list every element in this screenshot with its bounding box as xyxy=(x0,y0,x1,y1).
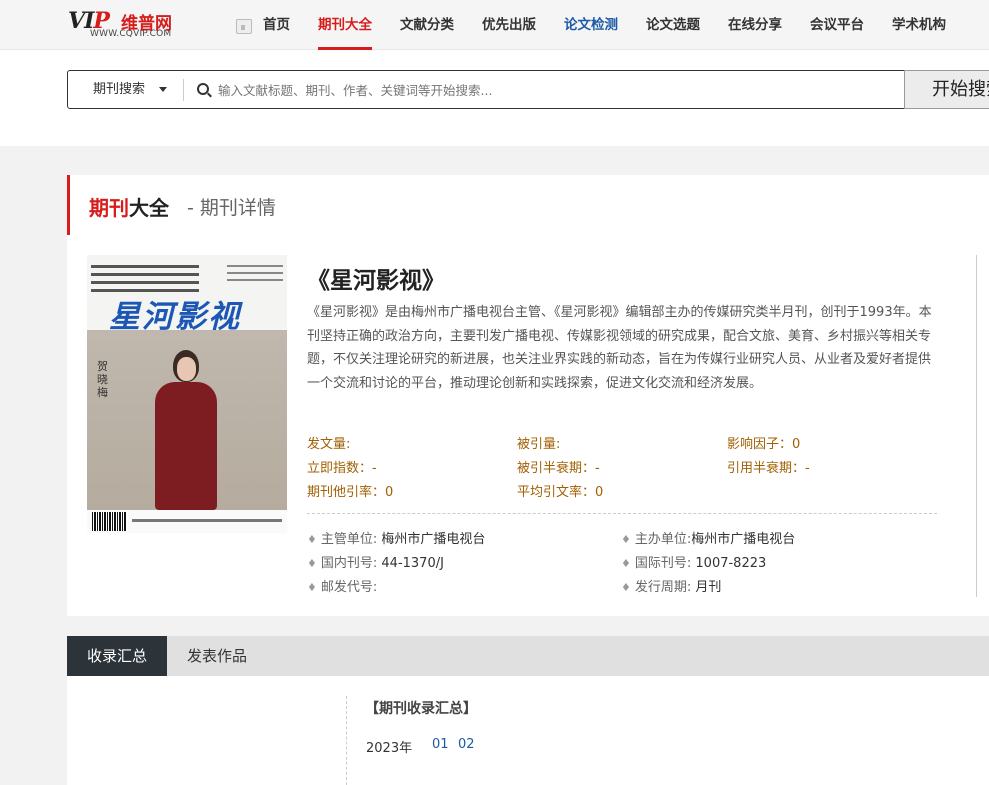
detail-tabs: 收录汇总 发表作品 xyxy=(67,636,989,676)
issue-link[interactable]: 02 xyxy=(458,737,475,752)
metric-cited-count: 被引量: xyxy=(517,437,561,452)
metric-citing-half-life: 引用半衰期：- xyxy=(727,461,810,476)
divider xyxy=(307,513,937,514)
diamond-icon: ♦ xyxy=(621,557,631,570)
search-divider xyxy=(183,79,184,101)
nav-classification[interactable]: 文献分类 xyxy=(400,0,454,50)
nav-home[interactable]: 首页 xyxy=(263,0,290,50)
summary-year: 2023年 xyxy=(366,741,413,756)
search-input[interactable] xyxy=(218,79,898,101)
journal-description: 《星河影视》是由梅州市广播电视台主管、《星河影视》编辑部主办的传媒研究类半月刊，… xyxy=(307,305,932,391)
search-box: 期刊搜索 xyxy=(67,70,907,109)
tab-summary[interactable]: 收录汇总 xyxy=(67,636,167,676)
metric-avg-citation-rate: 平均引文率：0 xyxy=(517,485,604,500)
logo-url: WWW.CQVIP.COM xyxy=(90,29,172,39)
barcode-icon xyxy=(92,512,127,531)
metric-cited-half-life: 被引半衰期：- xyxy=(517,461,600,476)
diamond-icon: ♦ xyxy=(307,581,317,594)
issue-link[interactable]: 01 xyxy=(432,737,449,752)
metric-paper-count: 发文量: xyxy=(307,437,351,452)
page-title: 期刊大全 xyxy=(89,196,169,220)
search-type-select[interactable]: 期刊搜索 xyxy=(68,71,183,108)
info-issn: ♦ 国际刊号: 1007-8223 xyxy=(621,556,767,571)
page-subtitle: - 期刊详情 xyxy=(187,197,276,219)
cover-person xyxy=(149,350,219,515)
info-sponsor: ♦ 主办单位:梅州市广播电视台 xyxy=(621,532,796,547)
page-heading: 期刊大全 - 期刊详情 xyxy=(67,175,989,235)
summary-title: 【期刊收录汇总】 xyxy=(365,701,477,717)
main-nav: 首页 期刊大全 文献分类 优先出版 论文检测 论文选题 在线分享 会议平台 学术… xyxy=(236,0,974,50)
panel-divider xyxy=(346,696,347,785)
top-bar: VIP 维普网 WWW.CQVIP.COM 首页 期刊大全 文献分类 优先出版 … xyxy=(0,0,989,50)
tab-published-works[interactable]: 发表作品 xyxy=(167,636,267,676)
summary-panel: 【期刊收录汇总】 2023年 01 02 xyxy=(67,676,989,785)
diamond-icon: ♦ xyxy=(621,581,631,594)
nav-plagiarism-check[interactable]: 论文检测 xyxy=(564,0,618,50)
journal-detail-card: 期刊大全 - 期刊详情 星河影视 贺晓梅 《星河影视》 《星河影视》是由梅州市广… xyxy=(67,175,989,616)
diamond-icon: ♦ xyxy=(307,533,317,546)
search-icon xyxy=(197,83,209,95)
diamond-icon: ♦ xyxy=(621,533,631,546)
diamond-icon: ♦ xyxy=(307,557,317,570)
search-type-label: 期刊搜索 xyxy=(93,82,146,97)
home-icon[interactable] xyxy=(236,18,252,34)
info-supervisor: ♦ 主管单位: 梅州市广播电视台 xyxy=(307,532,486,547)
search-band: 期刊搜索 开始搜索 xyxy=(0,50,989,146)
metric-impact-factor: 影响因子：0 xyxy=(727,437,801,452)
nav-conference[interactable]: 会议平台 xyxy=(810,0,864,50)
metric-immediacy-index: 立即指数：- xyxy=(307,461,377,476)
cover-side-text: 贺晓梅 xyxy=(97,360,108,399)
nav-topic-selection[interactable]: 论文选题 xyxy=(646,0,700,50)
journal-title: 《星河影视》 xyxy=(307,268,445,294)
search-button[interactable]: 开始搜索 xyxy=(904,70,989,109)
info-frequency: ♦ 发行周期: 月刊 xyxy=(621,580,722,595)
metric-other-citation-rate: 期刊他引率：0 xyxy=(307,485,394,500)
right-divider xyxy=(976,255,977,597)
nav-journals[interactable]: 期刊大全 xyxy=(318,0,372,50)
site-logo[interactable]: VIP 维普网 WWW.CQVIP.COM xyxy=(68,8,188,42)
info-postal-code: ♦ 邮发代号: xyxy=(307,580,378,595)
heading-accent xyxy=(67,175,70,235)
info-cn-number: ♦ 国内刊号: 44-1370/J xyxy=(307,556,444,571)
journal-cover-image: 星河影视 贺晓梅 xyxy=(87,255,287,533)
nav-priority-publish[interactable]: 优先出版 xyxy=(482,0,536,50)
nav-institutions[interactable]: 学术机构 xyxy=(892,0,946,50)
nav-online-share[interactable]: 在线分享 xyxy=(728,0,782,50)
caret-down-icon xyxy=(159,87,167,92)
